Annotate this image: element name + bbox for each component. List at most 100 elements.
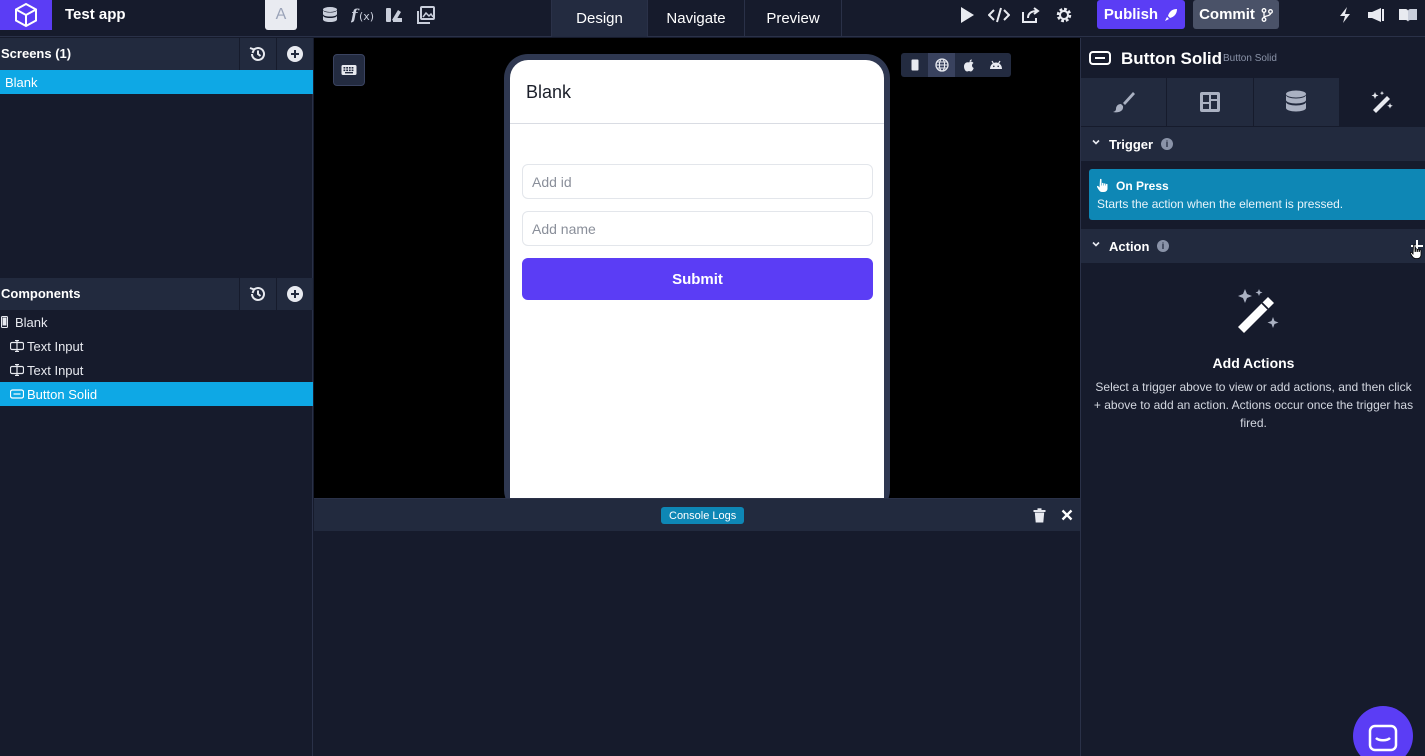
console-bar: Console Logs <box>314 498 1080 531</box>
docs-book-icon[interactable] <box>1398 5 1418 25</box>
tab-navigate[interactable]: Navigate <box>648 0 745 37</box>
button-icon <box>10 387 24 401</box>
trigger-description: Starts the action when the element is pr… <box>1097 197 1344 211</box>
component-tree-button-solid[interactable]: Button Solid <box>0 382 313 406</box>
header-divider <box>510 123 884 124</box>
mobile-icon[interactable] <box>901 53 928 77</box>
top-bar: Test app A f (x) Design Navigate Preview … <box>0 0 1425 37</box>
hand-pointer-icon <box>1097 178 1108 192</box>
publish-label: Publish <box>1103 6 1159 23</box>
platform-switcher <box>901 53 1011 77</box>
magic-wand-icon <box>1238 289 1279 333</box>
trigger-on-press[interactable]: On Press Starts the action when the elem… <box>1089 169 1425 220</box>
image-icon[interactable] <box>416 5 436 25</box>
brush-icon <box>1112 92 1135 113</box>
git-branch-icon <box>1261 7 1273 22</box>
left-panel: Screens (1) Blank Components Blank Text … <box>0 38 313 756</box>
close-icon[interactable] <box>1061 509 1073 521</box>
trigger-name: On Press <box>1116 179 1169 193</box>
mode-tabs: Design Navigate Preview <box>551 0 842 37</box>
plus-circle-icon <box>287 286 303 302</box>
trigger-section-title: Trigger <box>1109 137 1154 152</box>
property-tabs <box>1081 78 1425 126</box>
tab-actions[interactable] <box>1339 78 1425 126</box>
globe-icon[interactable] <box>928 53 955 77</box>
component-label: Text Input <box>27 338 84 354</box>
publish-button[interactable]: Publish <box>1097 0 1185 29</box>
play-icon[interactable] <box>957 5 977 25</box>
component-title: Button Solid <box>1121 49 1223 68</box>
svg-text:(x): (x) <box>359 10 374 23</box>
chat-icon <box>1368 724 1398 752</box>
component-tree-blank[interactable]: Blank <box>0 310 313 334</box>
component-label: Blank <box>15 314 48 330</box>
avatar[interactable]: A <box>265 0 297 30</box>
commit-button[interactable]: Commit <box>1193 0 1279 29</box>
commit-label: Commit <box>1199 6 1255 23</box>
tab-style[interactable] <box>1081 78 1168 126</box>
info-icon[interactable]: i <box>1157 240 1169 252</box>
screen-item-blank[interactable]: Blank <box>0 70 313 94</box>
app-screen-preview: Blank Add id Add name Submit <box>510 60 884 498</box>
add-screen-button[interactable] <box>276 38 313 70</box>
component-subtitle: Button Solid <box>1223 53 1277 64</box>
properties-panel: Button Solid Button Solid Trigger i On P… <box>1080 38 1425 756</box>
action-section-header[interactable]: Action i <box>1081 229 1425 263</box>
history-icon[interactable] <box>239 38 276 70</box>
add-component-button[interactable] <box>276 278 313 310</box>
info-icon[interactable]: i <box>1161 138 1173 150</box>
screens-header: Screens (1) <box>0 38 313 70</box>
app-name[interactable]: Test app <box>65 6 126 23</box>
component-tree-text-input[interactable]: Text Input <box>0 358 313 382</box>
component-label: Text Input <box>27 362 84 378</box>
console-logs-tab[interactable]: Console Logs <box>661 507 745 524</box>
screens-title: Screens (1) <box>1 46 72 61</box>
database-icon[interactable] <box>320 5 340 25</box>
tab-layout[interactable] <box>1167 78 1254 126</box>
gear-icon[interactable] <box>1054 5 1074 25</box>
component-header: Button Solid Button Solid <box>1081 38 1425 78</box>
component-tree-text-input[interactable]: Text Input <box>0 334 313 358</box>
trash-icon[interactable] <box>1033 508 1046 523</box>
text-input-icon <box>10 363 24 377</box>
android-icon[interactable] <box>982 53 1009 77</box>
action-section-title: Action <box>1109 239 1150 254</box>
cube-logo-icon <box>15 2 37 28</box>
text-input-icon <box>10 339 24 353</box>
tab-data[interactable] <box>1254 78 1340 126</box>
apple-icon[interactable] <box>955 53 982 77</box>
chevron-down-icon <box>1092 241 1100 247</box>
chevron-down-icon <box>1092 139 1100 145</box>
history-icon[interactable] <box>239 278 276 310</box>
phone-frame: Blank Add id Add name Submit <box>504 54 890 498</box>
components-title: Components <box>1 286 81 301</box>
screen-item-label: Blank <box>5 74 38 90</box>
plus-circle-icon <box>287 46 303 62</box>
actions-empty-state: Add Actions Select a trigger above to vi… <box>1081 283 1425 432</box>
magic-wand-icon <box>1371 91 1394 113</box>
cursor-hand-icon <box>1410 244 1422 259</box>
design-canvas[interactable]: Blank Add id Add name Submit <box>314 38 1080 498</box>
lightning-icon[interactable] <box>1335 5 1355 25</box>
name-input[interactable]: Add name <box>522 211 873 246</box>
tab-design[interactable]: Design <box>551 0 648 37</box>
trigger-section-header[interactable]: Trigger i <box>1081 127 1425 161</box>
rocket-icon <box>1165 8 1178 21</box>
console-log-area <box>314 531 1080 756</box>
submit-button[interactable]: Submit <box>522 258 873 300</box>
tab-preview[interactable]: Preview <box>745 0 842 37</box>
theme-icon[interactable] <box>384 5 404 25</box>
button-icon <box>1089 51 1111 65</box>
layout-icon <box>1199 92 1220 112</box>
megaphone-icon[interactable] <box>1366 5 1386 25</box>
share-icon[interactable] <box>1021 5 1041 25</box>
keyboard-toggle-button[interactable] <box>333 54 365 86</box>
empty-state-description: Select a trigger above to view or add ac… <box>1093 380 1414 430</box>
id-input[interactable]: Add id <box>522 164 873 199</box>
app-logo[interactable] <box>0 0 52 30</box>
screen-icon <box>0 315 8 329</box>
function-icon[interactable]: f (x) <box>351 5 375 25</box>
code-icon[interactable] <box>988 5 1010 25</box>
screen-title: Blank <box>526 82 572 102</box>
components-header: Components <box>0 278 313 310</box>
